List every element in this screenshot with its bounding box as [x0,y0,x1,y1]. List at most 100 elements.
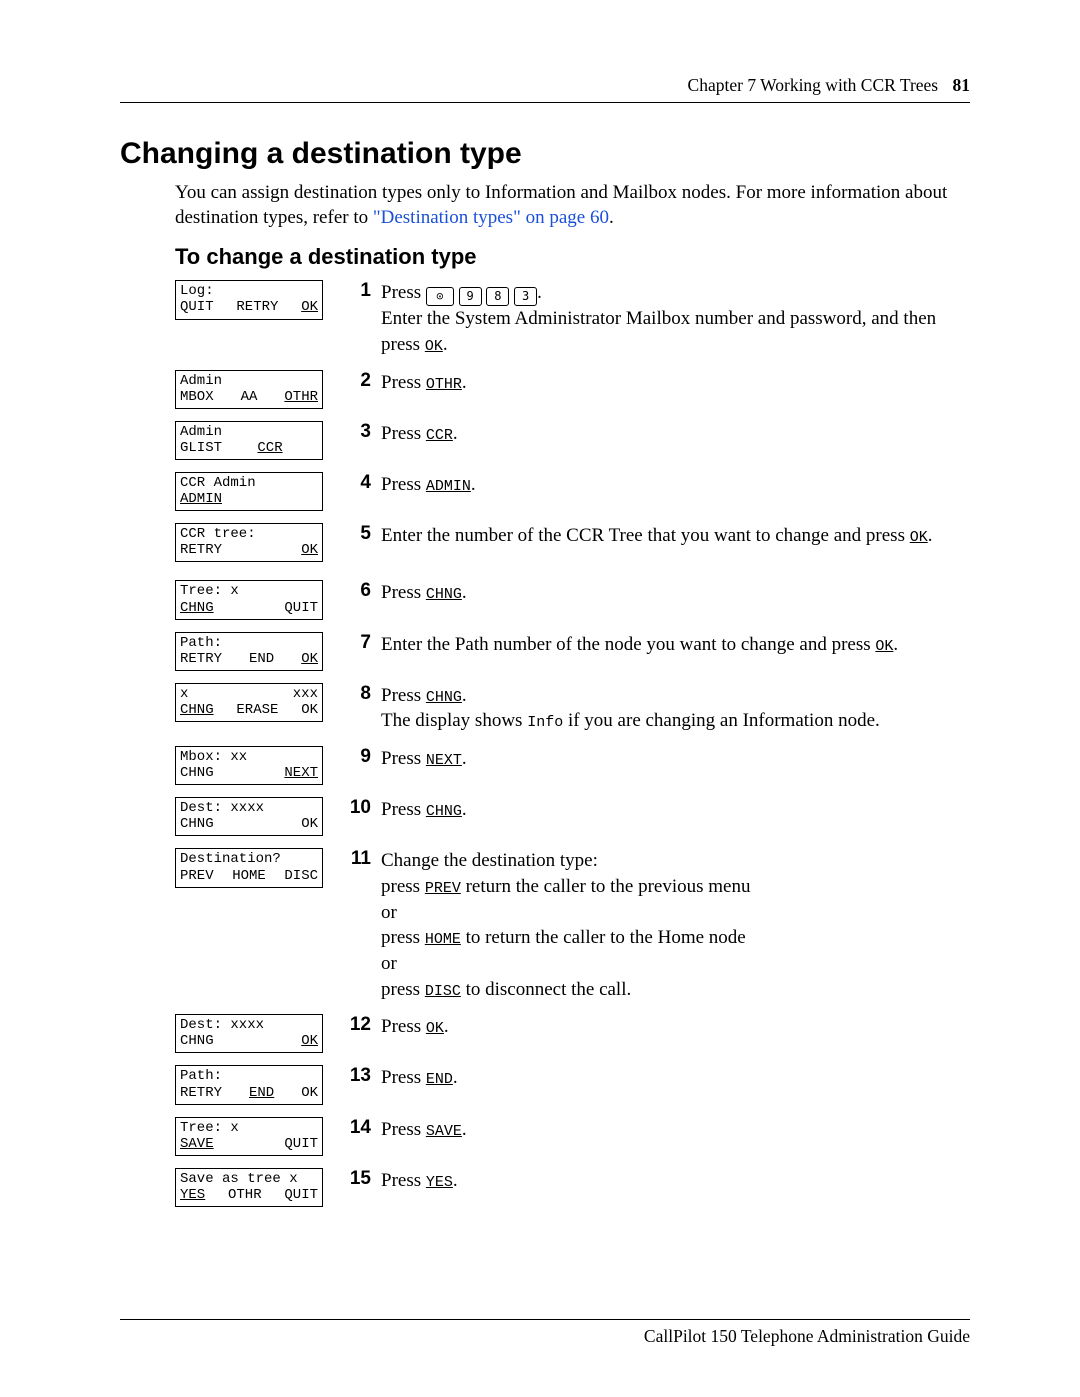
lcd-line1: Path: [180,635,318,651]
lcd-line1: Dest: xxxx [180,1017,318,1033]
softkey-end: END [426,1071,453,1088]
softkey-chng: CHNG [426,689,462,706]
lcd-line2: RETRYENDOK [180,1085,318,1101]
text-column: 4Press ADMIN. [343,472,970,498]
page-title: Changing a destination type [120,137,970,171]
lcd-line1: Mbox: xx [180,749,318,765]
top-rule [120,102,970,103]
softkey-ok: OK [875,638,893,655]
lcd-line1: Destination? [180,851,318,867]
step-text: Press CHNG. [381,580,970,606]
text-column: 10Press CHNG. [343,797,970,823]
text-column: 7Enter the Path number of the node you w… [343,632,970,658]
step-text: Press ADMIN. [381,472,970,498]
lcd-display: CCR AdminADMIN [175,472,323,511]
lcd-line2: GLISTCCR [180,440,318,456]
lcd-line1: CCR Admin [180,475,318,491]
step-row: Path:RETRYENDOK 7Enter the Path number of… [175,632,970,677]
lcd-line2: MBOXAAOTHR [180,389,318,405]
step-row: Dest: xxxxCHNGOK 10Press CHNG. [175,797,970,842]
lcd-column: Dest: xxxxCHNGOK [175,797,343,842]
lcd-display: Tree: xCHNGQUIT [175,580,323,619]
lcd-display: AdminMBOXAAOTHR [175,370,323,409]
text-column: 15Press YES. [343,1168,970,1194]
intro-paragraph: You can assign destination types only to… [175,181,970,230]
softkey-ok: OK [426,1020,444,1037]
step-number: 11 [343,848,381,1002]
lcd-line2: YESOTHRQUIT [180,1187,318,1203]
text-column: 12Press OK. [343,1014,970,1040]
lcd-line2: CHNGOK [180,816,318,832]
lcd-column: Dest: xxxxCHNGOK [175,1014,343,1059]
lcd-line1: Dest: xxxx [180,800,318,816]
step-row: Save as tree xYESOTHRQUIT 15Press YES. [175,1168,970,1213]
lcd-line1: Tree: x [180,583,318,599]
step-text: Press ⊙ 9 8 3.Enter the System Administr… [381,280,970,357]
step-text: Change the destination type:press PREV r… [381,848,970,1002]
step-row: Mbox: xxCHNGNEXT9Press NEXT. [175,746,970,791]
step-row: Log:QUITRETRYOK1Press ⊙ 9 8 3.Enter the … [175,280,970,357]
step-number: 8 [343,683,381,734]
lcd-column: AdminGLISTCCR [175,421,343,466]
step-row: CCR AdminADMIN 4Press ADMIN. [175,472,970,517]
section-heading: To change a destination type [175,244,970,270]
step-text: Enter the Path number of the node you wa… [381,632,970,658]
step-number: 7 [343,632,381,658]
steps-list: Log:QUITRETRYOK1Press ⊙ 9 8 3.Enter the … [175,280,970,1213]
softkey-ccr: CCR [426,427,453,444]
step-row: AdminMBOXAAOTHR 2Press OTHR. [175,370,970,415]
step-number: 2 [343,370,381,396]
step-text: Press OK. [381,1014,970,1040]
step-row: Dest: xxxxCHNGOK 12Press OK. [175,1014,970,1059]
step-number: 15 [343,1168,381,1194]
step-row: Destination?PREVHOMEDISC 11Change the des… [175,848,970,1002]
lcd-line1: Admin [180,424,318,440]
lcd-line2: PREVHOMEDISC [180,868,318,884]
running-header: Chapter 7 Working with CCR Trees 81 [120,75,970,96]
step-text: Press CCR. [381,421,970,447]
text-column: 13Press END. [343,1065,970,1091]
lcd-line2: RETRYOK [180,542,318,558]
lcd-line1: Log: [180,283,318,299]
lcd-display: Dest: xxxxCHNGOK [175,1014,323,1053]
step-row: CCR tree:RETRYOK5Enter the number of the… [175,523,970,568]
lcd-display: Tree: xSAVEQUIT [175,1117,323,1156]
lcd-column: Destination?PREVHOMEDISC [175,848,343,893]
lcd-column: CCR tree:RETRYOK [175,523,343,568]
footer-text: CallPilot 150 Telephone Administration G… [644,1326,970,1346]
step-number: 14 [343,1117,381,1143]
step-number: 12 [343,1014,381,1040]
step-text: Press OTHR. [381,370,970,396]
text-column: 8Press CHNG.The display shows Info if yo… [343,683,970,734]
lcd-display: Path:RETRYENDOK [175,1065,323,1104]
text-column: 2Press OTHR. [343,370,970,396]
lcd-line2: CHNGQUIT [180,600,318,616]
lcd-line1: xxxx [180,686,318,702]
step-row: xxxxCHNGERASEOK8Press CHNG.The display s… [175,683,970,734]
lcd-column: AdminMBOXAAOTHR [175,370,343,415]
step-number: 13 [343,1065,381,1091]
lcd-line1: CCR tree: [180,526,318,542]
step-row: Path:RETRYENDOK 13Press END. [175,1065,970,1110]
lcd-column: Path:RETRYENDOK [175,1065,343,1110]
page: Chapter 7 Working with CCR Trees 81 Chan… [0,0,1080,1397]
text-column: 11Change the destination type:press PREV… [343,848,970,1002]
intro-text-post: . [609,207,614,228]
lcd-display: Mbox: xxCHNGNEXT [175,746,323,785]
text-column: 3Press CCR. [343,421,970,447]
lcd-display: Save as tree xYESOTHRQUIT [175,1168,323,1207]
lcd-display: Path:RETRYENDOK [175,632,323,671]
dial-key-3: 3 [514,287,537,306]
step-number: 3 [343,421,381,447]
lcd-display: Dest: xxxxCHNGOK [175,797,323,836]
softkey-ok: OK [910,529,928,546]
lcd-display: Destination?PREVHOMEDISC [175,848,323,887]
text-column: 5Enter the number of the CCR Tree that y… [343,523,970,549]
step-number: 6 [343,580,381,606]
step-text: Enter the number of the CCR Tree that yo… [381,523,970,549]
lcd-line1: Tree: x [180,1120,318,1136]
softkey-home: HOME [425,931,461,948]
link-destination-types[interactable]: "Destination types" on page 60 [373,207,609,228]
step-number: 10 [343,797,381,823]
lcd-line2: CHNGNEXT [180,765,318,781]
